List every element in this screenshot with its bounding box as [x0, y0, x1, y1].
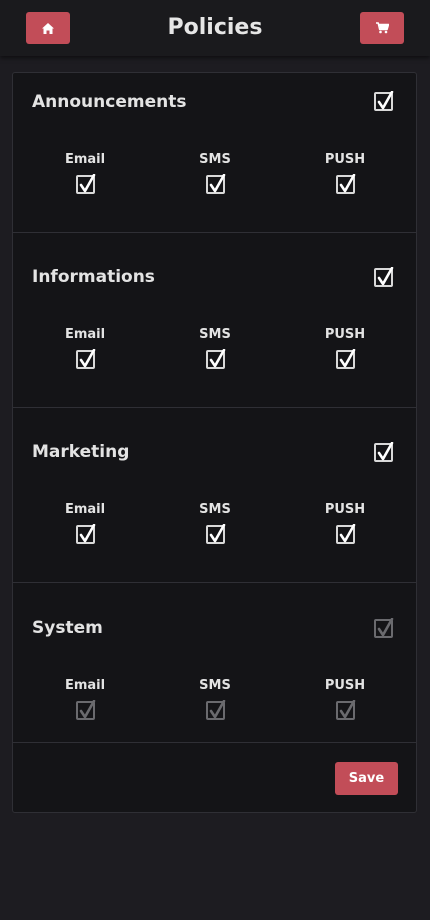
sms-checkbox[interactable]	[205, 524, 225, 544]
channel-push: PUSH	[305, 501, 385, 544]
push-checkbox	[335, 700, 355, 720]
push-checkbox[interactable]	[335, 349, 355, 369]
channel-push: PUSH	[305, 677, 385, 720]
cart-button[interactable]	[360, 12, 404, 44]
section-informations: Informations Email SMS PUSH	[13, 232, 416, 408]
channel-label: PUSH	[324, 152, 366, 167]
email-checkbox	[75, 700, 95, 720]
section-title: Informations	[32, 267, 155, 287]
channel-email: Email	[45, 151, 125, 194]
channel-sms: SMS	[175, 677, 255, 720]
channel-label: Email	[64, 327, 106, 342]
channel-sms: SMS	[175, 326, 255, 369]
sms-checkbox	[205, 700, 225, 720]
save-button[interactable]: Save	[335, 762, 398, 795]
sms-checkbox[interactable]	[205, 174, 225, 194]
cart-icon	[375, 19, 389, 38]
push-checkbox[interactable]	[335, 174, 355, 194]
channel-label: PUSH	[324, 502, 366, 517]
channel-email: Email	[45, 677, 125, 720]
channel-push: PUSH	[305, 326, 385, 369]
section-toggle-all-checkbox[interactable]	[374, 267, 394, 287]
push-checkbox[interactable]	[335, 524, 355, 544]
channel-label: PUSH	[324, 678, 366, 693]
section-system: System Email SMS PUSH	[13, 582, 416, 743]
channel-label: Email	[64, 152, 106, 167]
channel-email: Email	[45, 501, 125, 544]
channel-label: SMS	[199, 678, 231, 693]
channel-push: PUSH	[305, 151, 385, 194]
section-title: System	[32, 618, 103, 638]
section-title: Marketing	[32, 442, 130, 462]
sms-checkbox[interactable]	[205, 349, 225, 369]
channel-label: Email	[64, 502, 106, 517]
section-toggle-all-checkbox[interactable]	[374, 442, 394, 462]
channel-label: Email	[64, 678, 106, 693]
channel-label: SMS	[199, 327, 231, 342]
section-marketing: Marketing Email SMS PUSH	[13, 407, 416, 583]
channel-label: PUSH	[324, 327, 366, 342]
section-title: Announcements	[32, 92, 187, 112]
channel-sms: SMS	[175, 501, 255, 544]
email-checkbox[interactable]	[75, 524, 95, 544]
policies-panel: Announcements Email SMS PUSH Information…	[12, 72, 417, 813]
section-toggle-all-checkbox[interactable]	[374, 91, 394, 111]
email-checkbox[interactable]	[75, 174, 95, 194]
section-announcements: Announcements Email SMS PUSH	[13, 73, 416, 233]
channel-email: Email	[45, 326, 125, 369]
channel-label: SMS	[199, 502, 231, 517]
top-bar: Policies	[0, 0, 430, 56]
channel-sms: SMS	[175, 151, 255, 194]
channel-label: SMS	[199, 152, 231, 167]
email-checkbox[interactable]	[75, 349, 95, 369]
section-toggle-all-checkbox	[374, 618, 394, 638]
